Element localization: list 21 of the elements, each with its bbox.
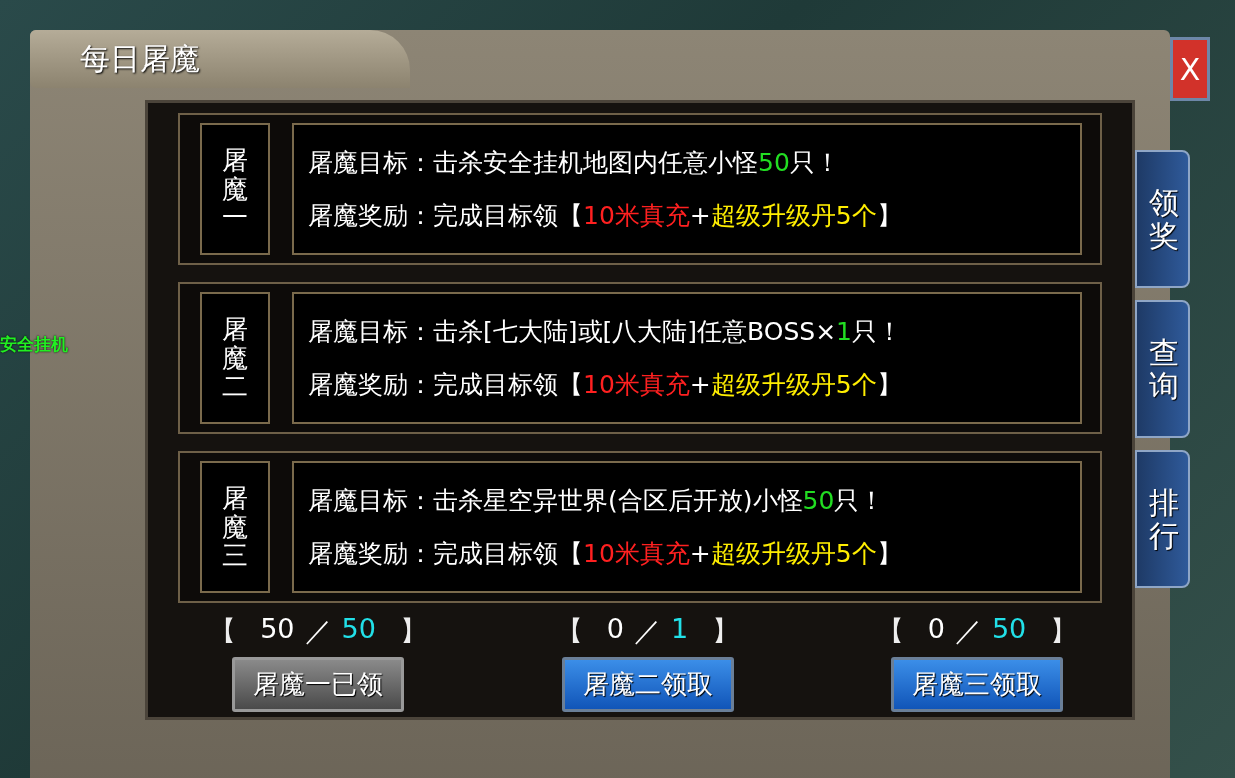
claim-button[interactable]: 屠魔三领取 [891,657,1063,712]
progress-count: 【 0 ／ 50 】 [875,613,1079,648]
side-tab[interactable]: 排行 [1135,450,1190,588]
claim-button[interactable]: 屠魔二领取 [561,657,734,712]
side-tab[interactable]: 领奖 [1135,150,1190,288]
progress-count: 【 50 ／ 50 】 [208,613,428,648]
side-tab[interactable]: 查询 [1135,300,1190,438]
dialog-title: 每日屠魔 [80,39,200,78]
quest-goal: 屠魔目标：击杀安全挂机地图内任意小怪50只！ [308,147,840,179]
quest-reward: 屠魔奖励：完成目标领【10米真充+超级升级丹5个】 [308,369,902,401]
quest-number-label: 屠魔二 [222,315,248,401]
quest-reward: 屠魔奖励：完成目标领【10米真充+超级升级丹5个】 [308,538,902,570]
close-button[interactable]: X [1170,37,1210,101]
quest-reward: 屠魔奖励：完成目标领【10米真充+超级升级丹5个】 [308,200,902,232]
scene-label: 安全挂机 [0,333,68,356]
quest-number-label: 屠魔一 [222,146,248,232]
quest-goal: 屠魔目标：击杀星空异世界(合区后开放)小怪50只！ [308,485,885,517]
progress-count: 【 0 ／ 1 】 [554,613,741,648]
quest-goal: 屠魔目标：击杀[七大陆]或[八大陆]任意BOSS×1只！ [308,316,902,348]
quest-number-label: 屠魔三 [222,484,248,570]
claimed-button[interactable]: 屠魔一已领 [232,657,404,712]
